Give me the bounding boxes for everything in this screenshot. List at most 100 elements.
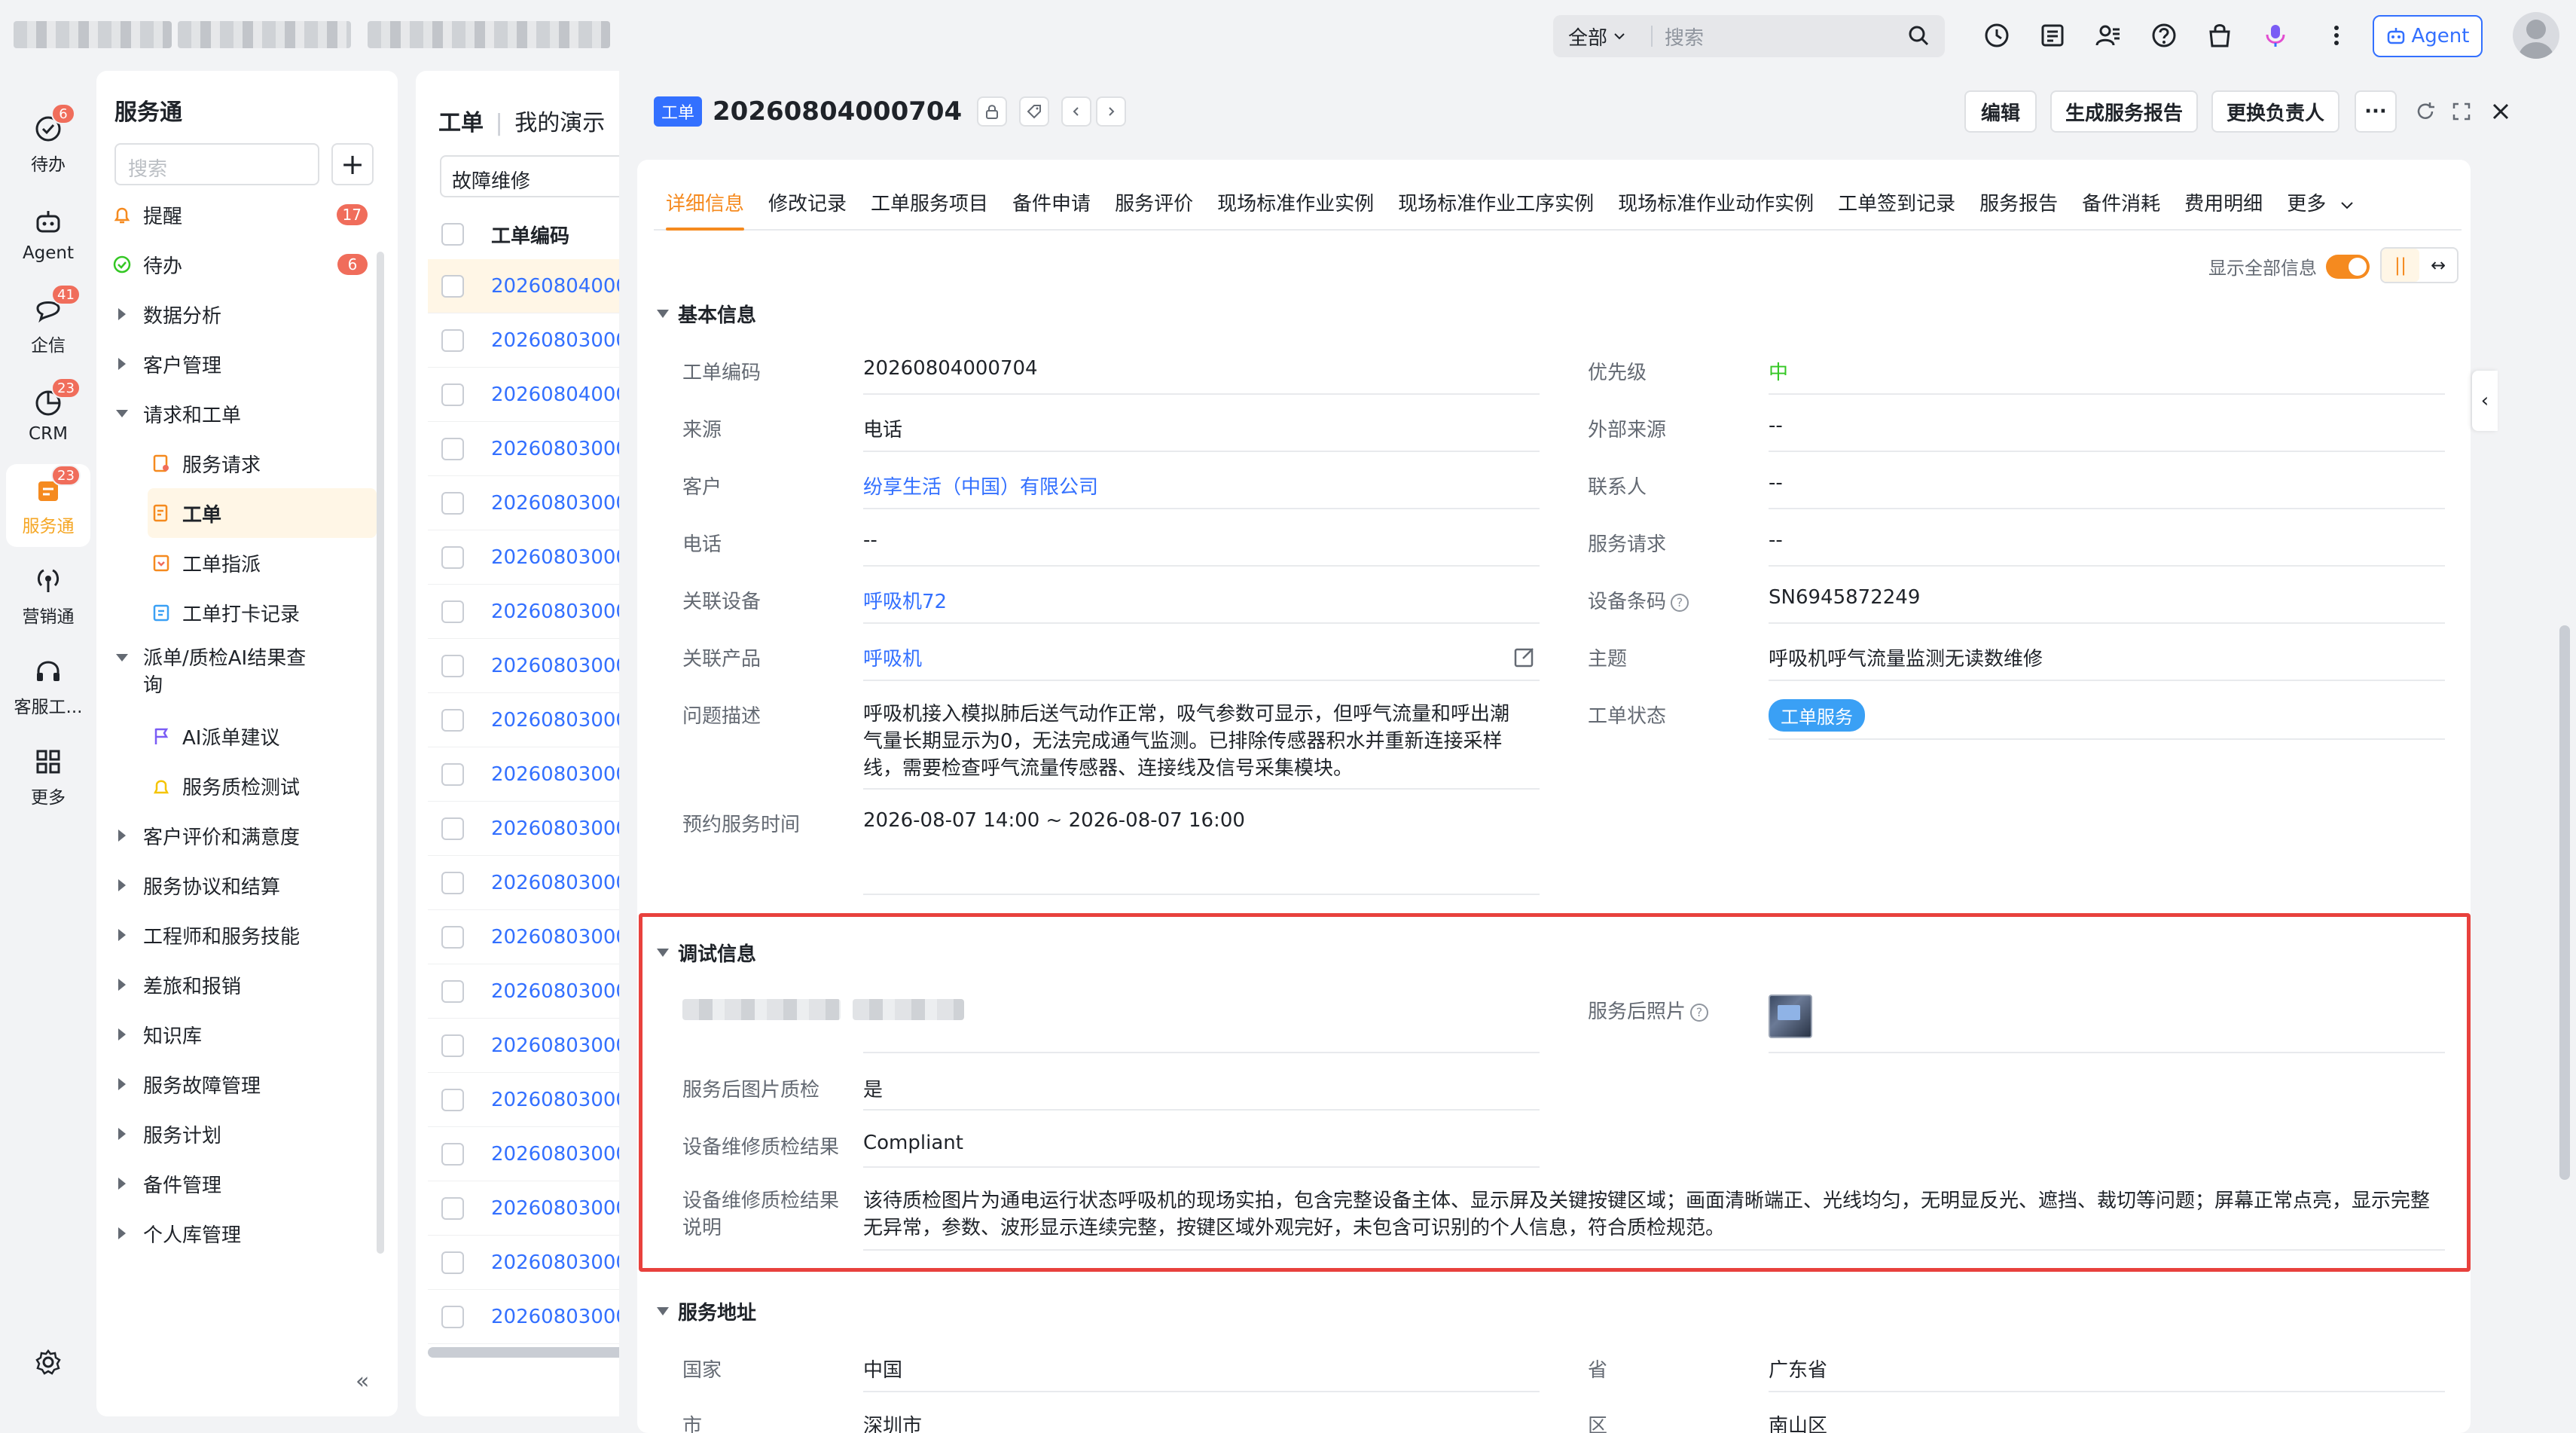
nav-item-dispatch[interactable]: 工单指派 (148, 538, 377, 588)
search-input[interactable]: 搜索 (1653, 23, 1904, 50)
generate-report-button[interactable]: 生成服务报告 (2050, 90, 2198, 133)
section-basic-info[interactable]: 基本信息 (657, 300, 756, 328)
row-checkbox[interactable] (441, 925, 464, 949)
nav-item-faults[interactable]: 服务故障管理 (108, 1059, 377, 1109)
tab-service-report[interactable]: 服务报告 (1967, 175, 2070, 229)
layout-switcher[interactable]: || ↔ (2380, 247, 2458, 283)
table-row[interactable]: 2026080300060 (428, 639, 642, 693)
row-checkbox[interactable] (441, 600, 464, 623)
tab-service-items[interactable]: 工单服务项目 (859, 175, 1000, 229)
history-icon[interactable] (1979, 18, 2014, 53)
global-search[interactable]: 全部 搜索 (1553, 15, 1945, 57)
row-checkbox[interactable] (441, 654, 464, 677)
rail-item-messenger[interactable]: 41 企信 (0, 283, 96, 366)
tab-parts-request[interactable]: 备件申请 (1000, 175, 1103, 229)
row-checkbox[interactable] (441, 1196, 464, 1220)
nav-item-reminder[interactable]: 提醒 17 (108, 190, 377, 240)
tab-more[interactable]: 更多 (2275, 175, 2367, 229)
expand-icon[interactable] (2446, 96, 2477, 127)
detail-scrollbar[interactable] (2559, 625, 2570, 1180)
prev-record-icon[interactable] (1061, 96, 1092, 127)
table-row[interactable]: 2026080300060 (428, 1019, 642, 1073)
row-checkbox[interactable] (441, 1088, 464, 1111)
tasks-icon[interactable] (2035, 18, 2070, 53)
table-row[interactable]: 2026080300060 (428, 1127, 642, 1181)
help-icon[interactable]: ? (1671, 593, 1689, 612)
select-all-checkbox[interactable] (441, 223, 464, 246)
search-icon[interactable] (1904, 21, 1934, 51)
table-row[interactable]: 2026080300060 (428, 585, 642, 639)
nav-item-quality-test[interactable]: 服务质检测试 (148, 761, 377, 811)
rail-item-more[interactable]: 更多 (0, 735, 96, 818)
tab-sop-instances[interactable]: 现场标准作业实例 (1205, 175, 1386, 229)
full-width-icon[interactable]: ↔ (2419, 249, 2457, 282)
table-row[interactable]: 2026080300060 (428, 313, 642, 368)
show-all-toggle[interactable]: 显示全部信息 (2208, 253, 2370, 280)
tab-parts-consumption[interactable]: 备件消耗 (2070, 175, 2172, 229)
table-row[interactable]: 2026080300060 (428, 693, 642, 747)
nav-item-data-analysis[interactable]: 数据分析 (108, 289, 377, 339)
tab-checkin[interactable]: 工单签到记录 (1826, 175, 1967, 229)
nav-item-checkin-records[interactable]: 工单打卡记录 (148, 588, 377, 637)
row-checkbox[interactable] (441, 437, 464, 460)
row-checkbox[interactable] (441, 762, 464, 786)
tab-sop-process[interactable]: 现场标准作业工序实例 (1386, 175, 1606, 229)
rail-item-marketing[interactable]: 营销通 (0, 555, 96, 637)
row-checkbox[interactable] (441, 1305, 464, 1328)
two-column-icon[interactable]: || (2382, 249, 2419, 282)
row-checkbox[interactable] (441, 545, 464, 569)
side-panel-toggle[interactable]: ‹ (2472, 371, 2498, 431)
nav-item-service-request[interactable]: 服务请求 (148, 438, 377, 488)
avatar[interactable] (2513, 12, 2559, 59)
table-row[interactable]: 2026080400070 (428, 368, 642, 422)
table-row[interactable]: 2026080400070 (428, 259, 642, 313)
row-checkbox[interactable] (441, 1142, 464, 1166)
nav-item-customer-mgmt[interactable]: 客户管理 (108, 339, 377, 389)
refresh-icon[interactable] (2410, 96, 2440, 127)
nav-add-button[interactable]: + (331, 143, 374, 185)
table-row[interactable]: 2026080300060 (428, 1290, 642, 1344)
table-row[interactable]: 2026080300060 (428, 802, 642, 856)
rail-item-service[interactable]: 23 服务通 (6, 464, 90, 547)
row-checkbox[interactable] (441, 383, 464, 406)
edit-pencil-icon[interactable] (1512, 645, 1537, 669)
lock-icon[interactable] (977, 96, 1008, 127)
table-row[interactable]: 2026080300060 (428, 422, 642, 476)
nav-item-requests-orders[interactable]: 请求和工单 (108, 389, 377, 438)
search-scope-select[interactable]: 全部 (1553, 23, 1651, 50)
help-icon[interactable]: ? (1690, 1003, 1709, 1022)
tab-sop-actions[interactable]: 现场标准作业动作实例 (1606, 175, 1826, 229)
table-row[interactable]: 2026080300060 (428, 1073, 642, 1127)
row-checkbox[interactable] (441, 1034, 464, 1057)
rail-item-customer-service[interactable]: 客服工... (0, 645, 96, 728)
row-checkbox[interactable] (441, 871, 464, 894)
toggle-switch[interactable] (2326, 254, 2370, 279)
row-checkbox[interactable] (441, 491, 464, 515)
nav-item-agreement[interactable]: 服务协议和结算 (108, 860, 377, 910)
agent-button[interactable]: Agent (2373, 15, 2483, 57)
product-link[interactable]: 呼吸机 (863, 643, 922, 671)
nav-item-work-order[interactable]: 工单 (148, 488, 377, 538)
row-checkbox[interactable] (441, 979, 464, 1003)
next-record-icon[interactable] (1096, 96, 1127, 127)
help-icon[interactable] (2147, 18, 2181, 53)
nav-item-satisfaction[interactable]: 客户评价和满意度 (108, 811, 377, 860)
nav-item-plans[interactable]: 服务计划 (108, 1109, 377, 1159)
rail-item-crm[interactable]: 23 CRM (0, 374, 96, 457)
table-row[interactable]: 2026080300060 (428, 964, 642, 1019)
table-row[interactable]: 2026080300060 (428, 476, 642, 530)
more-actions-button[interactable]: ··· (2355, 90, 2397, 133)
table-row[interactable]: 2026080300060 (428, 530, 642, 585)
tab-change-log[interactable]: 修改记录 (756, 175, 859, 229)
tab-expenses[interactable]: 费用明细 (2172, 175, 2275, 229)
nav-item-ai-dispatch[interactable]: AI派单建议 (148, 711, 377, 761)
tag-icon[interactable] (1019, 96, 1050, 127)
settings-button[interactable] (0, 1323, 96, 1406)
table-row[interactable]: 2026080300060 (428, 1181, 642, 1236)
nav-item-travel[interactable]: 差旅和报销 (108, 960, 377, 1010)
nav-item-todo[interactable]: 待办 6 (108, 240, 377, 289)
nav-item-spare-parts[interactable]: 备件管理 (108, 1159, 377, 1208)
customer-link[interactable]: 纷享生活（中国）有限公司 (863, 472, 1098, 500)
row-checkbox[interactable] (441, 817, 464, 840)
row-checkbox[interactable] (441, 328, 464, 352)
